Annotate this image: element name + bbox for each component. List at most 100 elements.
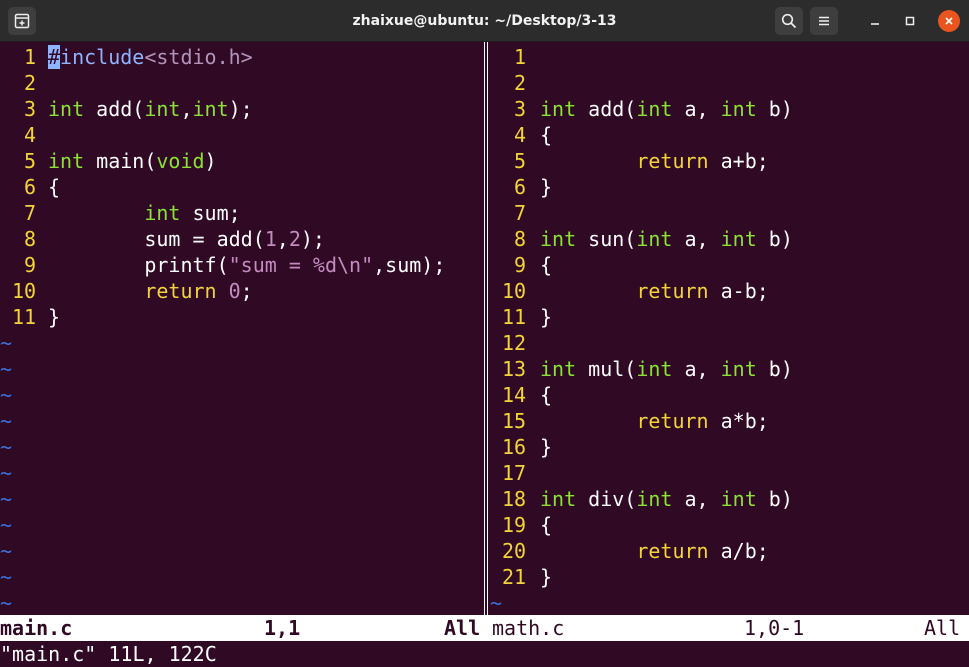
code-token: int: [636, 97, 673, 121]
search-icon: [781, 13, 797, 29]
code-line[interactable]: }: [540, 174, 552, 200]
search-button[interactable]: [775, 7, 803, 35]
code-line[interactable]: }: [540, 304, 552, 330]
code-token: a/b;: [708, 539, 769, 563]
line-number: 2: [502, 71, 527, 95]
code-token: printf(: [48, 253, 229, 277]
code-line[interactable]: {: [540, 512, 552, 538]
line-number: 19: [502, 513, 527, 537]
code-token: <stdio.h>: [144, 45, 253, 69]
code-line[interactable]: int main(void): [48, 148, 217, 174]
empty-line-marker: ~: [0, 513, 13, 537]
code-token: int: [144, 201, 181, 225]
code-token: sum = add(: [48, 227, 265, 251]
code-token: a+b;: [708, 149, 769, 173]
line-number: 15: [502, 409, 527, 433]
code-token: a,: [672, 487, 721, 511]
code-line[interactable]: }: [540, 434, 552, 460]
line-number: 17: [502, 461, 527, 485]
code-line[interactable]: int div(int a, int b): [540, 486, 793, 512]
line-number: 6: [502, 175, 527, 199]
code-token: int: [540, 97, 577, 121]
split-divider[interactable]: [481, 42, 490, 615]
code-token: }: [540, 175, 553, 199]
code-line[interactable]: }: [540, 564, 552, 590]
line-number: 4: [12, 123, 37, 147]
status-bar: main.c 1,1 All math.c 1,0-1 All: [0, 615, 969, 641]
maximize-button[interactable]: [898, 9, 922, 33]
line-number: 10: [502, 279, 527, 303]
code-token: int: [540, 227, 577, 251]
title-bar: zhaixue@ubuntu: ~/Desktop/3-13: [0, 0, 969, 42]
code-token: int: [720, 357, 757, 381]
line-number: 9: [12, 253, 37, 277]
code-token: 0: [228, 279, 241, 303]
line-number: 3: [12, 97, 37, 121]
menu-button[interactable]: [810, 7, 838, 35]
code-line[interactable]: int sun(int a, int b): [540, 226, 793, 252]
code-line[interactable]: #include<stdio.h>: [48, 44, 253, 70]
line-number: 6: [12, 175, 37, 199]
empty-line-marker: ~: [0, 331, 13, 355]
code-line[interactable]: int add(int a, int b): [540, 96, 793, 122]
empty-line-marker: ~: [0, 461, 13, 485]
code-line[interactable]: int mul(int a, int b): [540, 356, 793, 382]
code-line[interactable]: return a-b;: [540, 278, 768, 304]
code-line[interactable]: {: [540, 122, 552, 148]
empty-line-marker: ~: [0, 409, 13, 433]
code-token: {: [540, 513, 553, 537]
code-token: int: [48, 149, 85, 173]
code-line[interactable]: int sum;: [48, 200, 240, 226]
code-token: int: [192, 97, 229, 121]
minimize-button[interactable]: [863, 9, 887, 33]
code-token: int: [720, 227, 757, 251]
code-token: int: [144, 97, 181, 121]
left-status-scroll: All: [444, 616, 481, 640]
code-token: int: [720, 97, 757, 121]
right-editor-pane[interactable]: 1 2 3 int add(int a, int b) 4{ 5 return a…: [490, 42, 969, 615]
code-line[interactable]: return a*b;: [540, 408, 768, 434]
line-number: 21: [502, 565, 527, 589]
code-line[interactable]: printf("sum = %d\n",sum);: [48, 252, 445, 278]
line-number: 2: [12, 71, 37, 95]
code-token: ,sum);: [373, 253, 446, 277]
line-number: 7: [12, 201, 37, 225]
code-line[interactable]: {: [540, 382, 552, 408]
code-token: }: [540, 305, 553, 329]
line-number: 4: [502, 123, 527, 147]
code-token: int: [636, 227, 673, 251]
code-line[interactable]: int add(int,int);: [48, 96, 253, 122]
line-number: 11: [12, 305, 37, 329]
close-icon: [945, 17, 953, 25]
command-line[interactable]: "main.c" 11L, 122C: [0, 641, 217, 667]
left-status-position: 1,1: [264, 616, 301, 640]
right-status-position: 1,0-1: [744, 616, 805, 640]
code-token: }: [48, 305, 61, 329]
code-token: return: [636, 149, 709, 173]
code-token: int: [540, 357, 577, 381]
left-editor-pane[interactable]: 1 #include<stdio.h> 2 3 int add(int,int); …: [0, 42, 481, 615]
code-token: b): [756, 97, 793, 121]
code-token: int: [636, 487, 673, 511]
code-token: );: [228, 97, 253, 121]
code-line[interactable]: return 0;: [48, 278, 252, 304]
code-line[interactable]: return a+b;: [540, 148, 769, 174]
code-line[interactable]: }: [48, 304, 60, 330]
code-line[interactable]: {: [540, 252, 552, 278]
code-token: ,: [276, 227, 289, 251]
line-number: 8: [12, 227, 37, 251]
code-token: );: [300, 227, 325, 251]
code-line[interactable]: sum = add(1,2);: [48, 226, 325, 252]
close-button[interactable]: [938, 10, 960, 32]
code-token: ,: [180, 97, 193, 121]
code-line[interactable]: return a/b;: [540, 538, 769, 564]
code-line[interactable]: {: [48, 174, 60, 200]
empty-line-marker: ~: [490, 591, 503, 615]
code-token: 1: [264, 227, 277, 251]
code-token: int: [720, 487, 757, 511]
line-number: 5: [12, 149, 37, 173]
right-status-filename: math.c: [492, 616, 565, 640]
